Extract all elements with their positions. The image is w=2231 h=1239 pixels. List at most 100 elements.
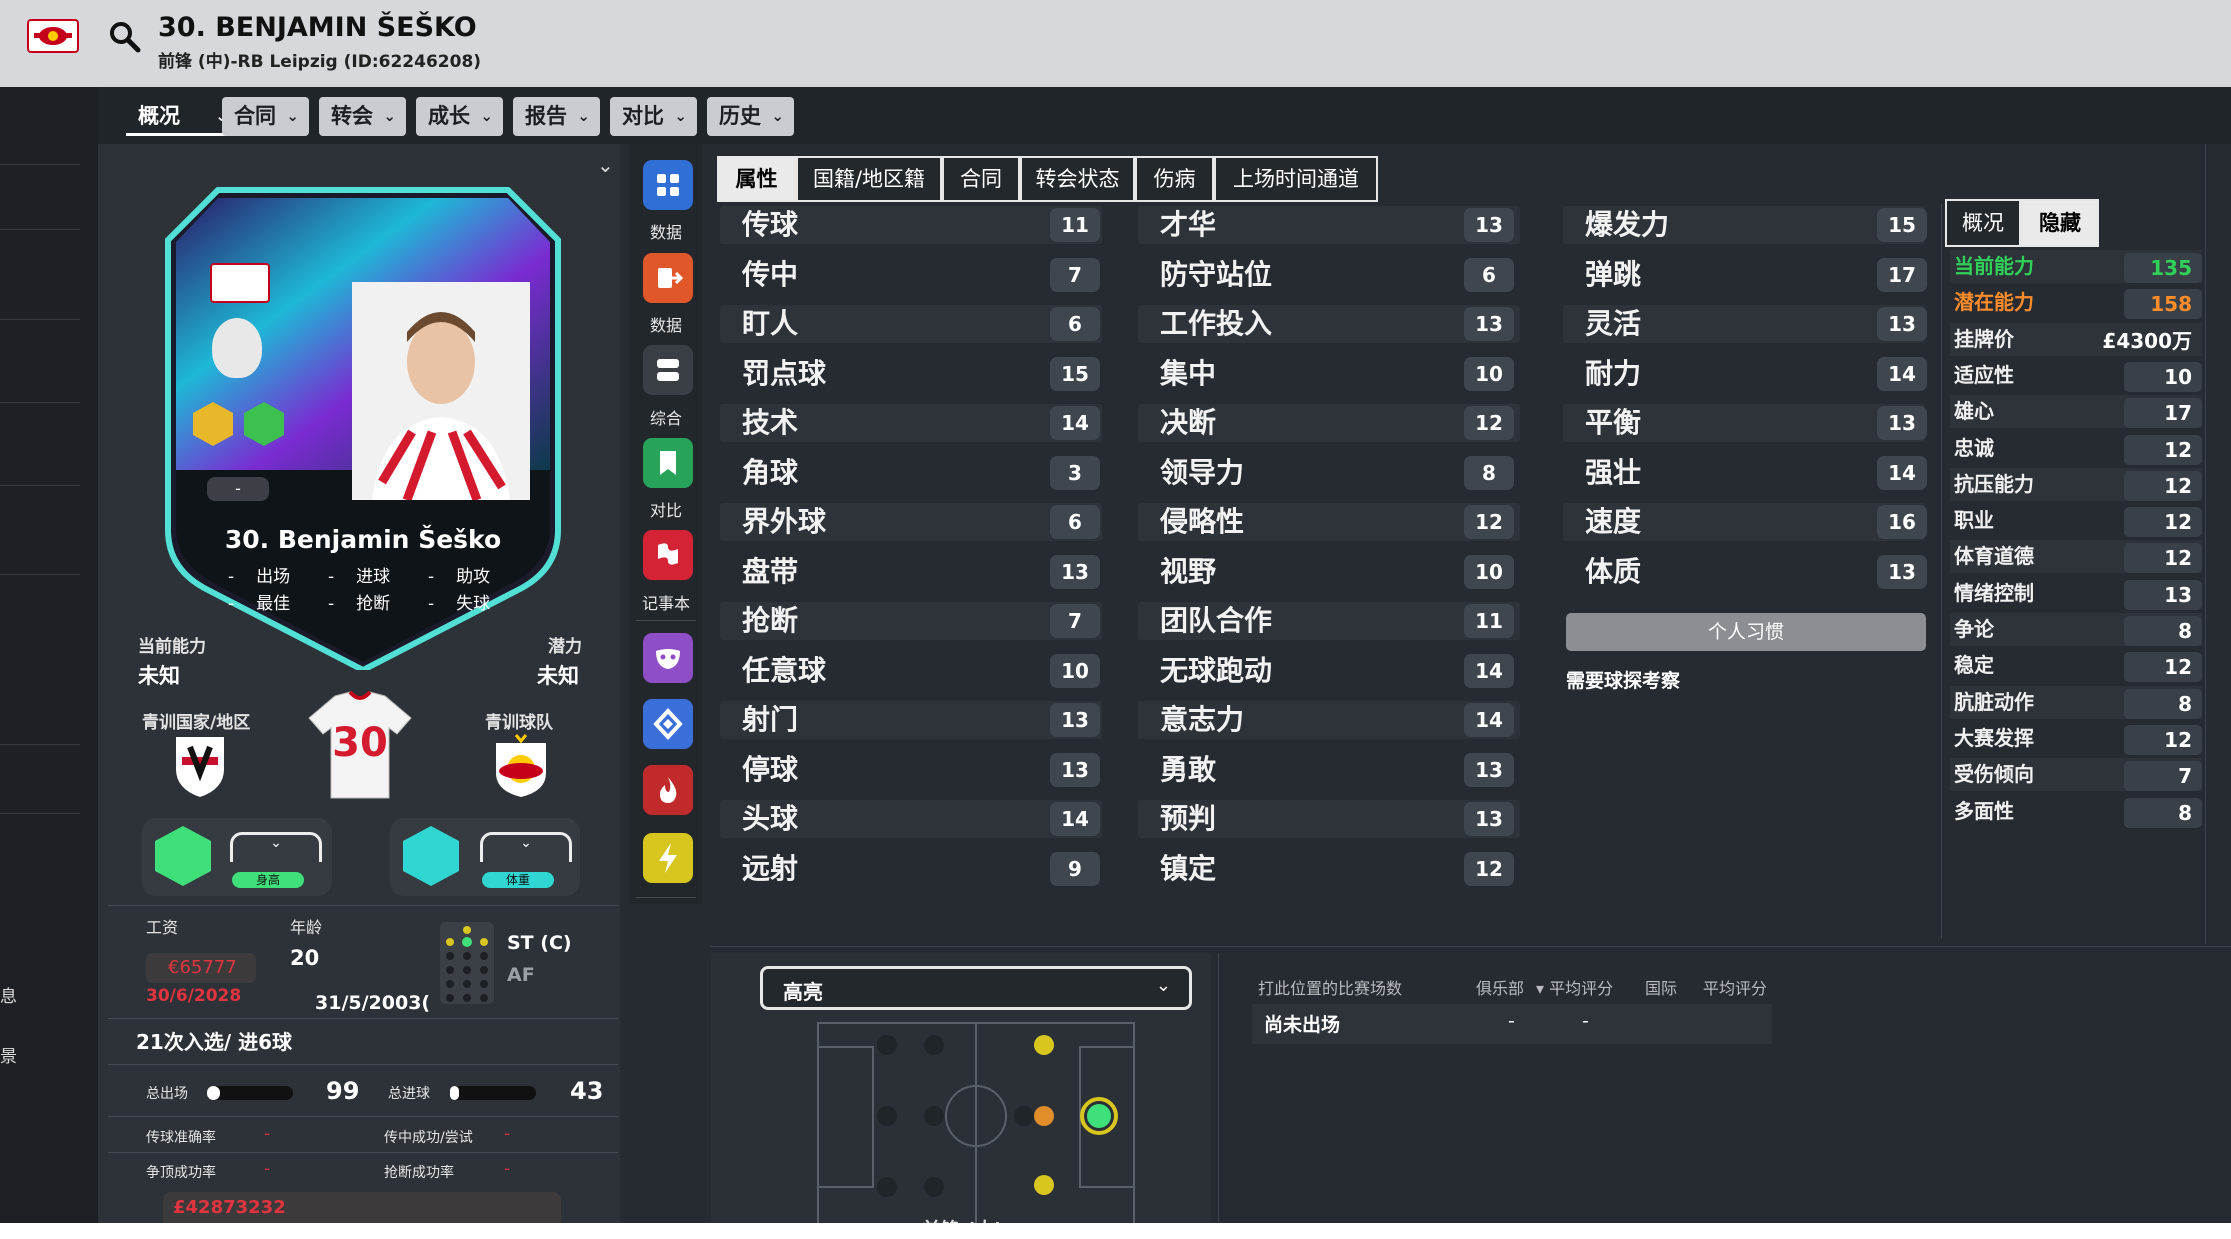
attribute-row[interactable]: 领导力 8 [1138,452,1520,494]
attribute-row[interactable]: 集中 10 [1138,353,1520,395]
attribute-row[interactable]: 速度 16 [1563,501,1927,543]
attribute-row[interactable]: 无球跑动 14 [1138,650,1520,692]
hidden-attribute-row[interactable]: 潜在能力 158 [1950,286,2202,320]
attribute-value: 14 [1877,455,1927,490]
search-icon[interactable] [108,20,142,54]
attribute-row[interactable]: 盘带 13 [720,551,1102,593]
col-avg-rating-club[interactable]: ▾ 平均评分 [1536,975,1613,999]
attribute-row[interactable]: 射门 13 [720,699,1102,741]
hidden-attribute-row[interactable]: 稳定 12 [1950,649,2202,683]
attribute-row[interactable]: 罚点球 15 [720,353,1102,395]
tab-playing-time[interactable]: 上场时间通道 [1214,156,1378,202]
weight-dropdown[interactable]: ⌄ [480,832,572,862]
attribute-name: 强壮 [1585,455,1642,489]
hidden-attribute-row[interactable]: 职业 12 [1950,504,2202,538]
mask-icon[interactable] [643,633,693,683]
hidden-attribute-name: 挂牌价 [1954,326,2014,351]
personal-habits-button[interactable]: 个人习惯 [1566,613,1926,651]
attribute-row[interactable]: 盯人 6 [720,303,1102,345]
diamond-icon[interactable] [643,699,693,749]
hidden-attribute-row[interactable]: 受伤倾向 7 [1950,758,2202,792]
attribute-row[interactable]: 侵略性 12 [1138,501,1520,543]
hidden-tab-hidden[interactable]: 隐藏 [2021,199,2099,247]
tab-injuries[interactable]: 伤病 [1135,156,1214,202]
attribute-row[interactable]: 视野 10 [1138,551,1520,593]
attribute-row[interactable]: 防守站位 6 [1138,254,1520,296]
left-rail-text-a[interactable]: 息 [0,982,17,1007]
attribute-row[interactable]: 弹跳 17 [1563,254,1927,296]
attribute-row[interactable]: 灵活 13 [1563,303,1927,345]
club-logo[interactable] [24,16,82,58]
attribute-name: 射门 [742,703,799,736]
transfer-icon[interactable] [643,253,693,303]
bolt-icon[interactable] [643,833,693,883]
fire-icon[interactable] [643,765,693,815]
attribute-row[interactable]: 抢断 7 [720,600,1102,642]
stack-icon[interactable] [643,345,693,395]
collapse-chevron-icon[interactable]: ⌄ [597,153,614,177]
hidden-attribute-row[interactable]: 体育道德 12 [1950,540,2202,574]
attribute-row[interactable]: 勇敢 13 [1138,749,1520,791]
subnav-contract[interactable]: 合同 ⌄ [222,97,309,136]
hidden-attribute-row[interactable]: 多面性 8 [1950,795,2202,828]
attribute-row[interactable]: 工作投入 13 [1138,303,1520,345]
attribute-row[interactable]: 爆发力 15 [1563,204,1927,246]
chevron-down-icon: ⌄ [1155,975,1171,996]
attribute-row[interactable]: 预判 13 [1138,798,1520,840]
hidden-attribute-row[interactable]: 情绪控制 13 [1950,577,2202,610]
tab-transfer-status[interactable]: 转会状态 [1020,156,1135,202]
sidebar-label-compare: 对比 [649,501,682,520]
attribute-row[interactable]: 体质 13 [1563,551,1927,593]
highlight-select[interactable]: 高亮 ⌄ [760,966,1192,1010]
attribute-row[interactable]: 远射 9 [720,848,1102,890]
hidden-tab-overview[interactable]: 概况 [1945,199,2021,247]
left-rail: 息 景 [0,87,98,1223]
tab-contract[interactable]: 合同 [942,156,1020,202]
hidden-attribute-row[interactable]: 忠诚 12 [1950,432,2202,465]
subnav-transfer[interactable]: 转会 ⌄ [319,97,406,136]
left-rail-text-b[interactable]: 景 [0,1042,17,1067]
height-dropdown[interactable]: ⌄ [230,832,322,862]
hidden-attribute-row[interactable]: 争论 8 [1950,613,2202,646]
attribute-row[interactable]: 头球 14 [720,798,1102,840]
subnav-compare[interactable]: 对比 ⌄ [610,97,697,136]
attribute-row[interactable]: 传球 11 [720,204,1102,246]
attribute-row[interactable]: 传中 7 [720,254,1102,296]
flag-icon[interactable] [643,530,693,580]
attribute-row[interactable]: 技术 14 [720,402,1102,444]
mental-attributes: 才华 13 防守站位 6 工作投入 13 集中 10 决断 12 领导力 8 侵略性 12 视野 10 团队合作… [1138,204,1520,894]
hidden-attribute-row[interactable]: 抗压能力 12 [1950,467,2202,501]
attribute-row[interactable]: 强壮 14 [1563,452,1927,494]
hidden-attribute-row[interactable]: 雄心 17 [1950,395,2202,429]
tab-attributes[interactable]: 属性 [717,156,796,202]
attribute-value: 13 [1050,703,1100,737]
bookmark-icon[interactable] [643,438,693,488]
grid-icon[interactable] [643,160,693,210]
attribute-row[interactable]: 平衡 13 [1563,402,1927,444]
attribute-row[interactable]: 才华 13 [1138,204,1520,246]
attribute-row[interactable]: 耐力 14 [1563,353,1927,395]
attribute-row[interactable]: 决断 12 [1138,402,1520,444]
attribute-row[interactable]: 镇定 12 [1138,848,1520,890]
subnav-development[interactable]: 成长 ⌄ [416,97,503,136]
attribute-row[interactable]: 任意球 10 [720,650,1102,692]
position-text: ST (C) [507,932,572,954]
hidden-attribute-row[interactable]: 大赛发挥 12 [1950,722,2202,755]
subnav-history[interactable]: 历史 ⌄ [707,97,794,136]
attribute-row[interactable]: 团队合作 11 [1138,600,1520,642]
attribute-row[interactable]: 界外球 6 [720,501,1102,543]
hidden-attribute-row[interactable]: 适应性 10 [1950,359,2202,392]
attribute-row[interactable]: 意志力 14 [1138,699,1520,741]
tab-nationality[interactable]: 国籍/地区籍 [796,156,942,202]
col-avg-rating-intl: 平均评分 [1703,979,1768,998]
card-stat-value: - [428,567,435,587]
potential-label: 潜力 [548,637,582,657]
subnav-reports[interactable]: 报告 ⌄ [513,97,600,136]
hidden-attribute-row[interactable]: 肮脏动作 8 [1950,685,2202,719]
attribute-value: 13 [1464,752,1514,787]
attribute-row[interactable]: 停球 13 [720,749,1102,791]
attribute-value: 12 [1464,406,1514,440]
hidden-attribute-row[interactable]: 当前能力 135 [1950,250,2202,283]
hidden-attribute-row[interactable]: 挂牌价 £4300万 [1950,322,2202,356]
attribute-row[interactable]: 角球 3 [720,452,1102,494]
